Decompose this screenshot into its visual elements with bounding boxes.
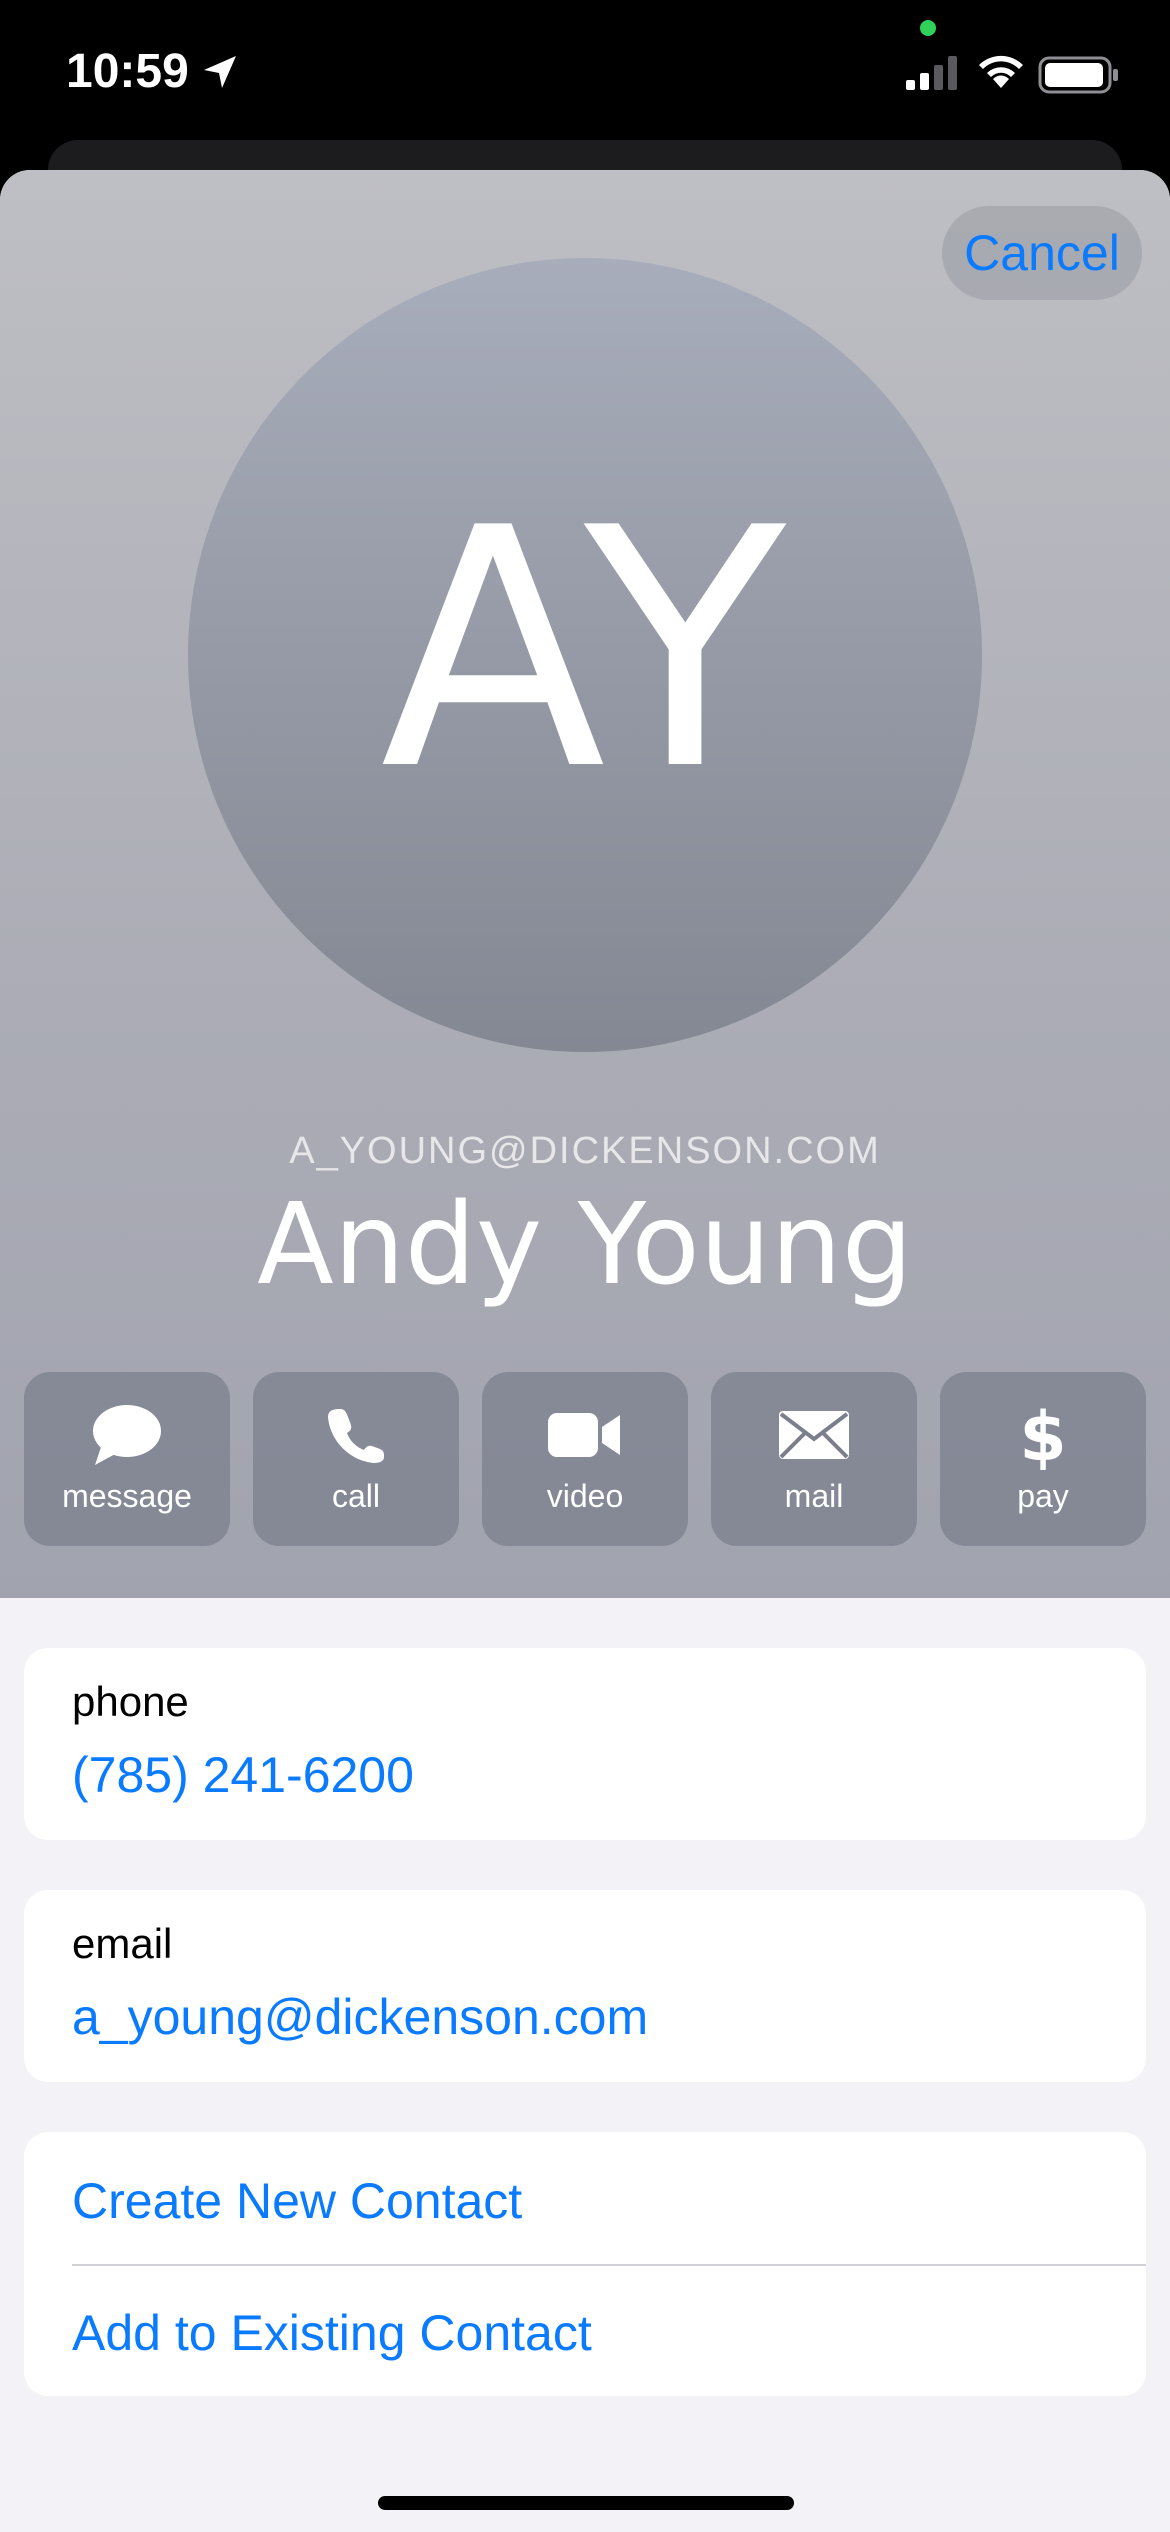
cellular-signal-icon (906, 56, 957, 90)
call-button[interactable]: call (253, 1372, 459, 1546)
email-card[interactable]: email a_young@dickenson.com (24, 1890, 1146, 2082)
add-to-existing-contact-button[interactable]: Add to Existing Contact (72, 2304, 592, 2362)
quick-actions: message call video mail $ pay (24, 1372, 1146, 1546)
contact-header: Cancel AY A_YOUNG@DICKENSON.COM Andy You… (0, 170, 1170, 1598)
status-time: 10:59 (66, 45, 189, 98)
dollar-icon: $ (1021, 1400, 1065, 1470)
email-label: email (72, 1920, 173, 1967)
avatar-initials: AY (380, 458, 790, 842)
contact-actions-card: Create New Contact Add to Existing Conta… (24, 2132, 1146, 2396)
contact-name: Andy Young (257, 1180, 913, 1310)
phone-label: phone (72, 1678, 189, 1725)
cancel-button[interactable]: Cancel (942, 206, 1142, 300)
home-indicator[interactable] (378, 2496, 794, 2510)
svg-text:$: $ (1021, 1400, 1065, 1470)
mail-label: mail (784, 1478, 844, 1514)
camera-in-use-indicator (920, 20, 936, 36)
contact-sheet: Cancel AY A_YOUNG@DICKENSON.COM Andy You… (0, 170, 1170, 2532)
phone-value[interactable]: (785) 241-6200 (72, 1746, 414, 1804)
mail-button[interactable]: mail (711, 1372, 917, 1546)
envelope-icon (779, 1411, 849, 1459)
message-label: message (62, 1478, 192, 1514)
video-label: video (546, 1478, 624, 1514)
call-label: call (331, 1478, 380, 1514)
message-button[interactable]: message (24, 1372, 230, 1546)
pay-button[interactable]: $ pay (940, 1372, 1146, 1546)
create-new-contact-button[interactable]: Create New Contact (72, 2172, 522, 2230)
pay-label: pay (1017, 1478, 1069, 1514)
video-button[interactable]: video (482, 1372, 688, 1546)
status-bar: 10:59 (0, 0, 1170, 160)
avatar[interactable]: AY (188, 258, 982, 1052)
video-camera-icon (548, 1413, 620, 1457)
email-value[interactable]: a_young@dickenson.com (72, 1988, 648, 2046)
message-bubble-icon (93, 1405, 161, 1465)
divider (72, 2264, 1146, 2266)
phone-card[interactable]: phone (785) 241-6200 (24, 1648, 1146, 1840)
wifi-icon (979, 55, 1023, 88)
phone-icon (328, 1409, 384, 1463)
battery-icon (1038, 56, 1118, 94)
location-arrow-icon (204, 56, 236, 88)
contact-subtitle: A_YOUNG@DICKENSON.COM (289, 1130, 881, 1172)
